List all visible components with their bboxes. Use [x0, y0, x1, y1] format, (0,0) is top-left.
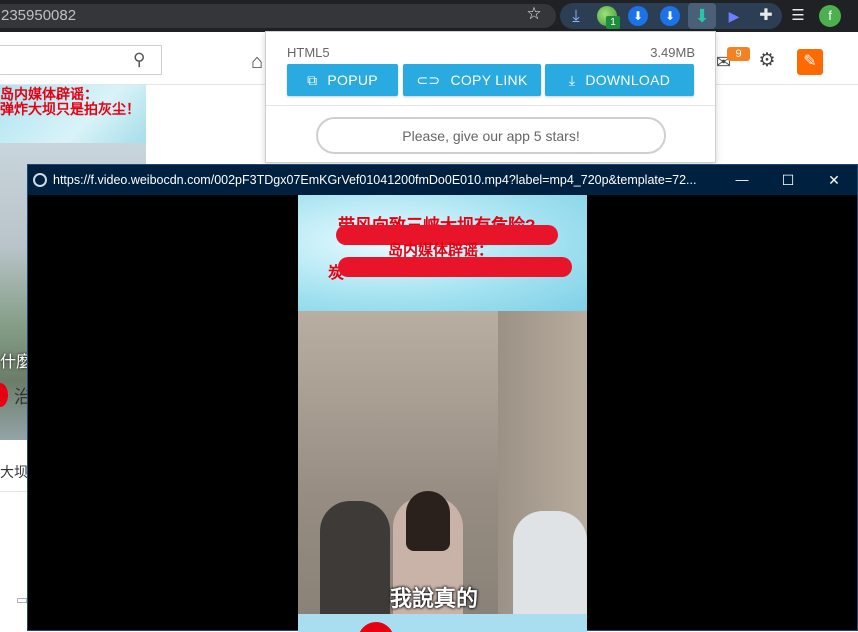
extension-badge: 1: [606, 16, 620, 29]
copy-link-label: COPY LINK: [450, 72, 528, 88]
notification-badge: 9: [727, 47, 750, 61]
video-url: https://f.video.weibocdn.com/002pF3TDgx0…: [53, 173, 697, 187]
download-popup: HTML5 3.49MB ⧉ POPUP ⊂⊃ COPY LINK ⤓ DOWN…: [265, 31, 716, 163]
video-scene: 我說真的: [298, 311, 587, 614]
popup-button-label: POPUP: [327, 72, 378, 88]
search-input[interactable]: ⚲: [0, 45, 162, 75]
link-icon: ⊂⊃: [416, 71, 441, 88]
puzzle-icon[interactable]: ✚: [756, 6, 776, 26]
file-size: 3.49MB: [650, 45, 695, 60]
maximize-button[interactable]: ☐: [778, 165, 798, 195]
download-circle-icon-2[interactable]: ⬇: [660, 6, 680, 26]
format-label: HTML5: [287, 45, 330, 60]
close-button[interactable]: ✕: [824, 165, 844, 195]
video-player[interactable]: 带风向致三峡大坝有危险? 岛内媒体辟谣： 炭 我說真的: [298, 195, 587, 632]
download-label: DOWNLOAD: [585, 72, 671, 88]
globe-icon: [33, 173, 47, 187]
video-banner: 带风向致三峡大坝有危险? 岛内媒体辟谣： 炭: [298, 195, 587, 311]
star-icon[interactable]: ☆: [524, 4, 544, 24]
article-headline-line2: 弹炸大坝只是拍灰尘！: [0, 101, 140, 117]
person-right: [513, 511, 587, 614]
person-center-hair: [406, 491, 450, 551]
popup-button[interactable]: ⧉ POPUP: [287, 64, 398, 96]
play-icon[interactable]: ▶: [724, 6, 744, 26]
address-text[interactable]: 235950082: [1, 7, 76, 24]
address-bar[interactable]: 235950082: [0, 4, 556, 28]
video-footer-banner: [298, 614, 587, 632]
author-avatar: [0, 383, 8, 407]
profile-avatar[interactable]: f: [819, 5, 841, 27]
minimize-button[interactable]: —: [732, 165, 752, 195]
redaction-mark-2: [338, 257, 572, 277]
list-divider: [0, 440, 27, 492]
download-button[interactable]: ⤓ DOWNLOAD: [545, 64, 694, 96]
video-window: https://f.video.weibocdn.com/002pF3TDgx0…: [27, 164, 858, 632]
download-icon: ⤓: [568, 71, 576, 88]
external-link-icon: ⧉: [307, 71, 318, 88]
download-circle-icon[interactable]: ⬇: [628, 6, 648, 26]
video-subtitle: 我說真的: [390, 586, 479, 611]
reading-list-icon[interactable]: ☰: [788, 6, 808, 26]
person-left: [320, 501, 390, 614]
edit-button[interactable]: ✎: [797, 49, 823, 75]
video-downloader-icon[interactable]: ⬇: [688, 3, 716, 29]
download-arrow-icon[interactable]: ⤓: [566, 6, 586, 26]
settings-icon[interactable]: ⚙: [756, 50, 778, 72]
copy-link-button[interactable]: ⊂⊃ COPY LINK: [403, 64, 541, 96]
video-title-bar: https://f.video.weibocdn.com/002pF3TDgx0…: [28, 165, 857, 195]
article-banner: 岛内媒体辟谣： 弹炸大坝只是拍灰尘！: [0, 85, 146, 143]
popup-divider: [266, 105, 715, 106]
rate-app-button[interactable]: Please, give our app 5 stars!: [316, 117, 666, 154]
browser-toolbar: 235950082 ☆ ⤓ 1 ⬇ ⬇ ⬇ ▶ ✚ ☰ f: [0, 0, 858, 32]
search-icon[interactable]: ⚲: [133, 50, 153, 70]
